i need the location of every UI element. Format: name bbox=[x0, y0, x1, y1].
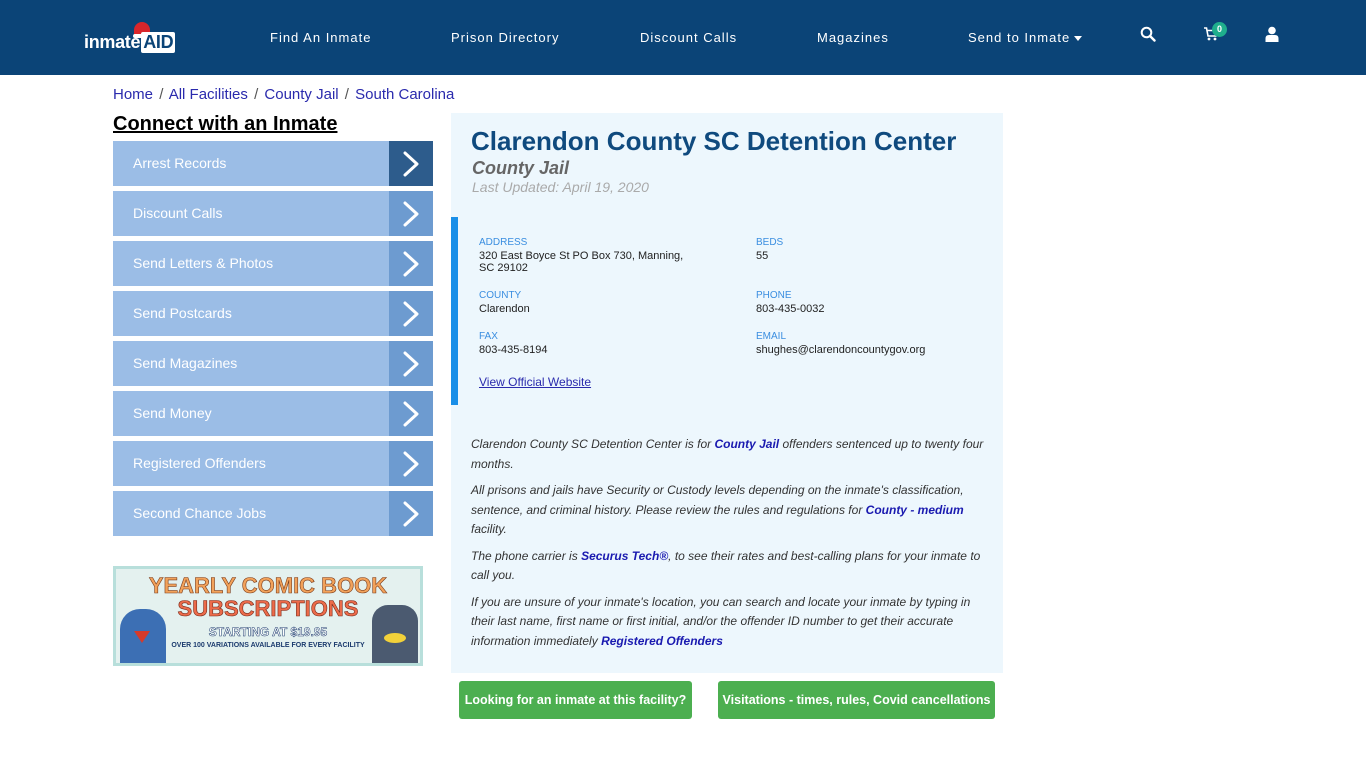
nav-discount-calls[interactable]: Discount Calls bbox=[640, 30, 737, 45]
logo-word: inmate bbox=[84, 32, 141, 52]
county-jail-link[interactable]: County Jail bbox=[714, 437, 779, 451]
facility-info-box: ADDRESS 320 East Boyce St PO Box 730, Ma… bbox=[451, 217, 1003, 405]
chevron-right-icon bbox=[389, 391, 433, 436]
description-text: The phone carrier is bbox=[471, 548, 582, 563]
breadcrumb: Home / All Facilities / County Jail / So… bbox=[113, 86, 454, 103]
logo-text: inmate AID bbox=[84, 32, 176, 53]
breadcrumb-separator: / bbox=[254, 86, 259, 103]
phone-label: PHONE bbox=[756, 290, 792, 301]
breadcrumb-all-facilities[interactable]: All Facilities bbox=[169, 86, 248, 103]
breadcrumb-county-jail[interactable]: County Jail bbox=[264, 86, 338, 103]
breadcrumb-separator: / bbox=[159, 86, 164, 103]
sidebar-item-send-postcards[interactable]: Send Postcards bbox=[113, 291, 433, 336]
county-field: COUNTY Clarendon bbox=[479, 290, 530, 315]
facility-title: Clarendon County SC Detention Center bbox=[471, 126, 957, 156]
facility-description: Clarendon County SC Detention Center is … bbox=[471, 435, 991, 658]
breadcrumb-south-carolina[interactable]: South Carolina bbox=[355, 86, 454, 103]
securus-tech-link[interactable]: Securus Tech® bbox=[581, 549, 668, 563]
chevron-right-icon bbox=[389, 241, 433, 286]
sidebar-menu: Arrest Records Discount Calls Send Lette… bbox=[113, 141, 433, 541]
facility-type: County Jail bbox=[472, 158, 570, 178]
address-field: ADDRESS 320 East Boyce St PO Box 730, Ma… bbox=[479, 237, 709, 274]
nav-magazines[interactable]: Magazines bbox=[817, 30, 889, 45]
chevron-right-icon bbox=[389, 491, 433, 536]
county-label: COUNTY bbox=[479, 290, 522, 301]
facility-panel: Clarendon County SC Detention Center Cou… bbox=[451, 113, 1003, 673]
fax-value: 803-435-8194 bbox=[479, 344, 548, 356]
logo-accent: AID bbox=[141, 32, 176, 53]
visitations-button[interactable]: Visitations - times, rules, Covid cancel… bbox=[718, 681, 995, 719]
top-navbar: inmate AID Find An Inmate Prison Director… bbox=[0, 0, 1366, 75]
ad-price: STARTING AT $19.95 bbox=[208, 625, 328, 640]
county-medium-link[interactable]: County - medium bbox=[866, 503, 964, 517]
sidebar-item-label: Registered Offenders bbox=[133, 455, 266, 471]
sidebar-item-arrest-records[interactable]: Arrest Records bbox=[113, 141, 433, 186]
fax-field: FAX 803-435-8194 bbox=[479, 331, 548, 356]
county-value: Clarendon bbox=[479, 303, 530, 315]
fax-label: FAX bbox=[479, 331, 498, 342]
description-paragraph: Clarendon County SC Detention Center is … bbox=[471, 435, 991, 474]
email-label: EMAIL bbox=[756, 331, 787, 342]
address-label: ADDRESS bbox=[479, 237, 528, 248]
sidebar-item-label: Arrest Records bbox=[133, 155, 227, 171]
address-line1: 320 East Boyce St PO Box 730, Manning, bbox=[479, 250, 684, 262]
last-updated: Last Updated: April 19, 2020 bbox=[472, 179, 649, 195]
phone-field: PHONE 803-435-0032 bbox=[756, 290, 825, 315]
description-paragraph: The phone carrier is Securus Tech®, to s… bbox=[471, 547, 991, 586]
description-text: Clarendon County SC Detention Center is … bbox=[471, 437, 715, 451]
sidebar-item-send-magazines[interactable]: Send Magazines bbox=[113, 341, 433, 386]
breadcrumb-home[interactable]: Home bbox=[113, 86, 153, 103]
beds-label: BEDS bbox=[756, 237, 784, 248]
description-paragraph: If you are unsure of your inmate's locat… bbox=[471, 593, 991, 652]
chevron-right-icon bbox=[389, 291, 433, 336]
find-inmate-at-facility-button[interactable]: Looking for an inmate at this facility? bbox=[459, 681, 692, 719]
sidebar-item-label: Discount Calls bbox=[133, 205, 223, 221]
connect-heading: Connect with an Inmate bbox=[113, 113, 338, 135]
ad-subheadline: SUBSCRIPTIONS bbox=[177, 596, 359, 622]
sidebar-item-label: Send Postcards bbox=[133, 305, 232, 321]
inmateaid-logo[interactable]: inmate AID bbox=[84, 22, 184, 56]
description-text: facility. bbox=[471, 522, 507, 536]
user-icon[interactable] bbox=[1265, 26, 1285, 46]
phone-value[interactable]: 803-435-0032 bbox=[756, 303, 825, 315]
sidebar-item-label: Send Magazines bbox=[133, 355, 238, 371]
caret-down-icon bbox=[1074, 36, 1083, 42]
chevron-right-icon bbox=[389, 191, 433, 236]
ad-tagline: OVER 100 VARIATIONS AVAILABLE FOR EVERY … bbox=[171, 642, 365, 649]
beds-field: BEDS 55 bbox=[756, 237, 783, 262]
registered-offenders-link[interactable]: Registered Offenders bbox=[601, 634, 723, 648]
chevron-right-icon bbox=[389, 341, 433, 386]
breadcrumb-separator: / bbox=[344, 86, 349, 103]
nav-find-an-inmate[interactable]: Find An Inmate bbox=[270, 30, 371, 45]
sidebar-item-registered-offenders[interactable]: Registered Offenders bbox=[113, 441, 433, 486]
chevron-right-icon bbox=[389, 441, 433, 486]
comic-subscription-ad[interactable]: YEARLY COMIC BOOK SUBSCRIPTIONS STARTING… bbox=[113, 566, 423, 666]
search-icon[interactable] bbox=[1140, 26, 1160, 46]
nav-send-to-inmate-label: Send to Inmate bbox=[968, 30, 1071, 45]
email-field: EMAIL shughes@clarendoncountygov.org bbox=[756, 331, 925, 356]
sidebar-item-discount-calls[interactable]: Discount Calls bbox=[113, 191, 433, 236]
address-line2: SC 29102 bbox=[479, 262, 528, 274]
view-official-website-link[interactable]: View Official Website bbox=[479, 375, 591, 389]
sidebar-item-label: Send Letters & Photos bbox=[133, 255, 274, 271]
description-paragraph: All prisons and jails have Security or C… bbox=[471, 481, 991, 540]
email-value[interactable]: shughes@clarendoncountygov.org bbox=[756, 344, 925, 356]
cart-count-badge: 0 bbox=[1212, 22, 1227, 37]
sidebar-item-second-chance-jobs[interactable]: Second Chance Jobs bbox=[113, 491, 433, 536]
sidebar-item-label: Send Money bbox=[133, 405, 212, 421]
nav-prison-directory[interactable]: Prison Directory bbox=[451, 30, 559, 45]
beds-value: 55 bbox=[756, 250, 769, 262]
chevron-right-icon bbox=[389, 141, 433, 186]
nav-send-to-inmate[interactable]: Send to Inmate bbox=[968, 30, 1083, 45]
sidebar-item-send-letters-photos[interactable]: Send Letters & Photos bbox=[113, 241, 433, 286]
sidebar-item-send-money[interactable]: Send Money bbox=[113, 391, 433, 436]
sidebar-item-label: Second Chance Jobs bbox=[133, 505, 267, 521]
